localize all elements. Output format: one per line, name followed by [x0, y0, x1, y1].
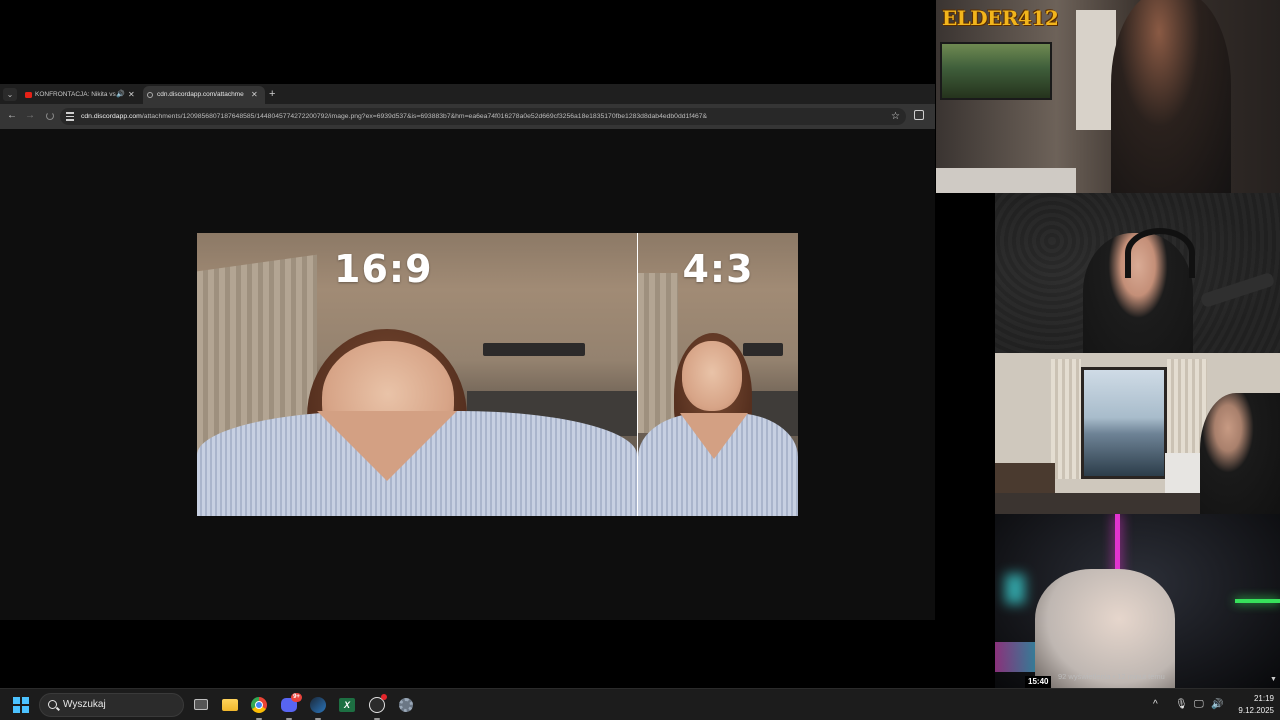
search-icon: [48, 700, 57, 709]
tab-search-button[interactable]: ⌄: [3, 88, 17, 101]
neon-light: [1005, 574, 1025, 604]
windows-taskbar: Wyszukaj 9+ X ^ 🎙 🖵 🔊 21:19 9.12.2025: [0, 688, 1280, 720]
system-clock[interactable]: 21:19 9.12.2025: [1228, 693, 1274, 717]
recording-indicator-icon: [381, 694, 387, 700]
clock-time: 21:19: [1253, 694, 1274, 703]
network-icon[interactable]: 🖵: [1194, 689, 1204, 720]
webcam-streamer-4: 15:40 92 wyświetlenia • 12 minut temu ▼: [995, 514, 1280, 688]
desk: [936, 168, 1076, 193]
obs-icon[interactable]: [366, 694, 388, 720]
volume-icon[interactable]: 🔊: [1211, 689, 1223, 720]
webcam-streamer-2: [995, 193, 1280, 353]
new-tab-button[interactable]: +: [269, 87, 275, 101]
steam-icon[interactable]: [307, 694, 329, 720]
balcony-window: [1081, 367, 1167, 479]
back-button[interactable]: ←: [7, 110, 17, 122]
streamer: [1035, 569, 1175, 688]
url-path: /attachments/1209856807187648585/1448045…: [141, 113, 708, 120]
clock-date: 9.12.2025: [1238, 706, 1274, 715]
face: [682, 341, 742, 411]
wall-shelf: [483, 343, 585, 356]
webcam-streamer-1: ELDER412: [936, 0, 1280, 193]
curtain: [1051, 359, 1081, 479]
aquarium: [940, 42, 1052, 100]
notification-badge: 9+: [291, 693, 302, 702]
discord-icon[interactable]: 9+: [278, 693, 302, 720]
extensions-icon[interactable]: [914, 110, 924, 120]
search-placeholder: Wyszukaj: [63, 699, 106, 710]
streamer: [1200, 393, 1280, 514]
file-explorer-icon[interactable]: [219, 694, 241, 716]
channel-logo: ELDER412: [942, 6, 1059, 30]
tray-overflow-icon[interactable]: ^: [1153, 689, 1158, 720]
video-meta: 92 wyświetlenia • 12 minut temu: [1058, 672, 1165, 681]
address-bar[interactable]: cdn.discordapp.com/attachments/120985680…: [60, 108, 906, 125]
browser-toolbar: ← → cdn.discordapp.com/attachments/12098…: [0, 104, 935, 129]
video-duration: 15:40: [1025, 676, 1052, 688]
youtube-icon: [25, 92, 32, 98]
panel-16-9: 16:9: [197, 233, 637, 516]
loading-spinner-icon[interactable]: [46, 112, 54, 120]
neckline: [317, 411, 457, 481]
tab-konfrontacja[interactable]: KONFRONTACJA: Nikita vs 🔊 ✕: [21, 86, 142, 104]
streamer: [1111, 0, 1231, 193]
site-info-icon[interactable]: [66, 112, 74, 121]
bookmark-star-icon[interactable]: ☆: [891, 108, 900, 125]
url-host: cdn.discordapp.com: [81, 113, 142, 120]
ratio-label-4-3: 4:3: [682, 247, 754, 291]
microphone-icon[interactable]: 🎙: [1175, 689, 1188, 720]
tab-label: KONFRONTACJA: Nikita vs: [35, 91, 116, 98]
panel-4-3: 4:3: [638, 233, 798, 516]
globe-icon: [147, 92, 153, 98]
neon-light: [1235, 599, 1280, 603]
close-tab-icon[interactable]: ✕: [251, 86, 258, 104]
ratio-label-16-9: 16:9: [334, 247, 433, 291]
windows-start-icon[interactable]: [13, 697, 29, 713]
taskbar-search[interactable]: Wyszukaj: [39, 693, 184, 717]
tab-discord-image[interactable]: cdn.discordapp.com/attachme ✕: [143, 86, 265, 104]
chrome-icon[interactable]: [248, 694, 270, 720]
excel-icon[interactable]: X: [336, 694, 358, 716]
headset: [1125, 228, 1195, 278]
speaker-icon[interactable]: 🔊: [116, 86, 125, 104]
tab-label: cdn.discordapp.com/attachme: [157, 91, 244, 98]
aspect-ratio-comparison-image: 16:9 4:3: [197, 233, 798, 516]
close-tab-icon[interactable]: ✕: [128, 86, 135, 104]
chevron-down-icon[interactable]: ▼: [1270, 676, 1277, 683]
tab-strip: ⌄ KONFRONTACJA: Nikita vs 🔊 ✕ cdn.discor…: [0, 84, 935, 104]
forward-button[interactable]: →: [25, 110, 35, 122]
settings-gear-icon[interactable]: [395, 694, 417, 716]
bookshelf: [1076, 10, 1116, 130]
curtain: [638, 273, 678, 433]
webcam-streamer-3: [995, 353, 1280, 514]
task-view-icon[interactable]: [190, 694, 212, 716]
neckline: [680, 413, 748, 459]
url-text[interactable]: cdn.discordapp.com/attachments/120985680…: [81, 108, 871, 125]
wall-shelf: [743, 343, 783, 356]
